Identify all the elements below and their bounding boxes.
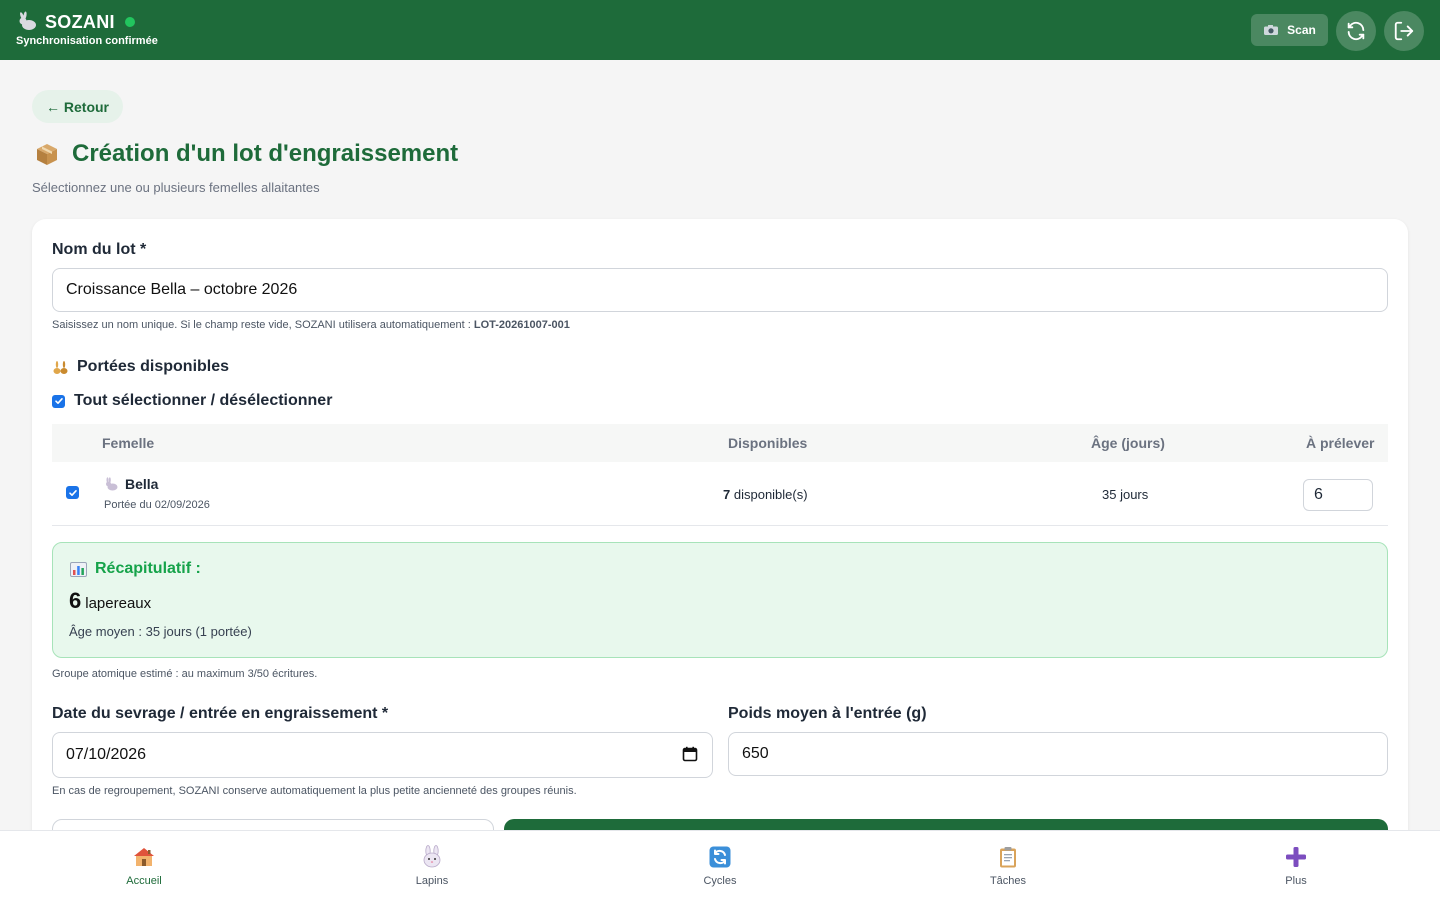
- available-count: 7 disponible(s): [723, 487, 808, 502]
- row-checkbox[interactable]: [66, 486, 79, 499]
- column-header-female: Femelle: [102, 435, 155, 451]
- litters-section-title: Portées disponibles: [52, 358, 229, 376]
- recap-panel: Récapitulatif : 6 lapereaux Âge moyen : 3…: [52, 542, 1388, 658]
- recap-count: 6 lapereaux: [69, 588, 151, 614]
- lot-name-label: Nom du lot *: [52, 241, 147, 258]
- select-all-checkbox[interactable]: [52, 394, 65, 408]
- female-name-text: Bella: [125, 476, 159, 492]
- page-subtitle: Sélectionnez une ou plusieurs femelles a…: [32, 180, 320, 195]
- brand-name: SOZANI: [45, 11, 115, 32]
- rabbit-icon: [19, 11, 36, 30]
- page-title-text: Création d'un lot d'engraissement: [72, 140, 459, 167]
- nav-label-cycles: Cycles: [703, 875, 737, 887]
- bottom-nav: Accueil Lapins Cycles Tâches Plus: [0, 830, 1440, 900]
- nav-label-more: Plus: [1285, 875, 1307, 887]
- scan-label: Scan: [1287, 23, 1316, 37]
- clipboard-icon: [1000, 847, 1016, 868]
- package-icon: [37, 144, 57, 165]
- litter-date: Portée du 02/09/2026: [104, 499, 210, 511]
- home-icon: [134, 848, 154, 866]
- recap-title: Récapitulatif :: [70, 560, 201, 578]
- plus-icon: [1286, 847, 1306, 867]
- sync-status-dot: [124, 17, 135, 27]
- nav-label-tasks: Tâches: [989, 875, 1027, 887]
- available-suffix: disponible(s): [733, 487, 808, 502]
- weaning-hint: En cas de regroupement, SOZANI conserve …: [52, 785, 577, 797]
- refresh-icon: [1347, 21, 1365, 41]
- weaning-date-input[interactable]: 07/10/2026: [52, 732, 713, 778]
- lot-name-input[interactable]: Croissance Bella – octobre 2026: [52, 268, 1388, 312]
- select-all-toggle[interactable]: Tout sélectionner / désélectionner: [52, 392, 332, 410]
- scan-button[interactable]: Scan: [1251, 14, 1328, 46]
- recap-count-unit: lapereaux: [85, 595, 152, 612]
- logout-icon: [1394, 21, 1414, 41]
- weaning-date-value: 07/10/2026: [66, 746, 147, 763]
- weight-label: Poids moyen à l'entrée (g): [728, 705, 927, 722]
- column-header-to-take: À prélever: [1306, 435, 1375, 451]
- litters-section-label: Portées disponibles: [77, 358, 230, 375]
- to-take-input[interactable]: 6: [1303, 479, 1373, 511]
- calendar-icon[interactable]: [682, 746, 698, 762]
- recap-title-text: Récapitulatif :: [95, 560, 201, 577]
- lot-name-hint: Saisissez un nom unique. Si le champ res…: [52, 319, 570, 331]
- nav-label-rabbits: Lapins: [415, 875, 449, 887]
- nav-item-rabbits[interactable]: Lapins: [372, 845, 492, 887]
- column-header-available: Disponibles: [728, 435, 808, 451]
- rabbit-face-icon: [423, 845, 441, 868]
- atomic-group-hint: Groupe atomique estimé : au maximum 3/50…: [52, 668, 318, 680]
- bar-chart-icon: [70, 561, 87, 577]
- lot-name-hint-text: Saisissez un nom unique. Si le champ res…: [52, 319, 471, 331]
- bunnies-icon: [53, 360, 68, 374]
- column-header-age: Âge (jours): [1091, 435, 1165, 451]
- litter-age: 35 jours: [1102, 487, 1149, 502]
- sync-status-text: Synchronisation confirmée: [16, 35, 158, 47]
- litters-table-header: Femelle Disponibles Âge (jours) À prélev…: [52, 424, 1388, 462]
- nav-item-home[interactable]: Accueil: [84, 845, 204, 887]
- nav-item-cycles[interactable]: Cycles: [660, 845, 780, 887]
- lot-name-default-code: LOT-20261007-001: [473, 319, 570, 331]
- select-all-label: Tout sélectionner / désélectionner: [74, 392, 333, 409]
- cycle-icon: [709, 846, 731, 868]
- check-icon: [54, 398, 63, 404]
- female-name: Bella: [104, 476, 158, 492]
- nav-item-tasks[interactable]: Tâches: [948, 845, 1068, 887]
- recap-count-number: 6: [69, 588, 82, 613]
- refresh-button[interactable]: [1336, 11, 1376, 51]
- available-number: 7: [723, 487, 731, 502]
- brand: SOZANI: [17, 11, 135, 33]
- app-header: SOZANI Synchronisation confirmée Scan: [0, 0, 1440, 60]
- page-title: Création d'un lot d'engraissement: [34, 140, 458, 168]
- camera-icon: [1264, 25, 1279, 35]
- table-row: Bella Portée du 02/09/2026 7 disponible(…: [52, 462, 1388, 526]
- check-icon: [68, 489, 77, 496]
- recap-average-age: Âge moyen : 35 jours (1 portée): [69, 624, 252, 639]
- logout-button[interactable]: [1384, 11, 1424, 51]
- weight-input[interactable]: 650: [728, 732, 1388, 776]
- rabbit-icon: [106, 476, 118, 490]
- nav-item-more[interactable]: Plus: [1236, 845, 1356, 887]
- weaning-date-label: Date du sevrage / entrée en engraissemen…: [52, 705, 389, 722]
- nav-label-home: Accueil: [126, 875, 162, 887]
- back-button[interactable]: ← Retour: [32, 90, 123, 123]
